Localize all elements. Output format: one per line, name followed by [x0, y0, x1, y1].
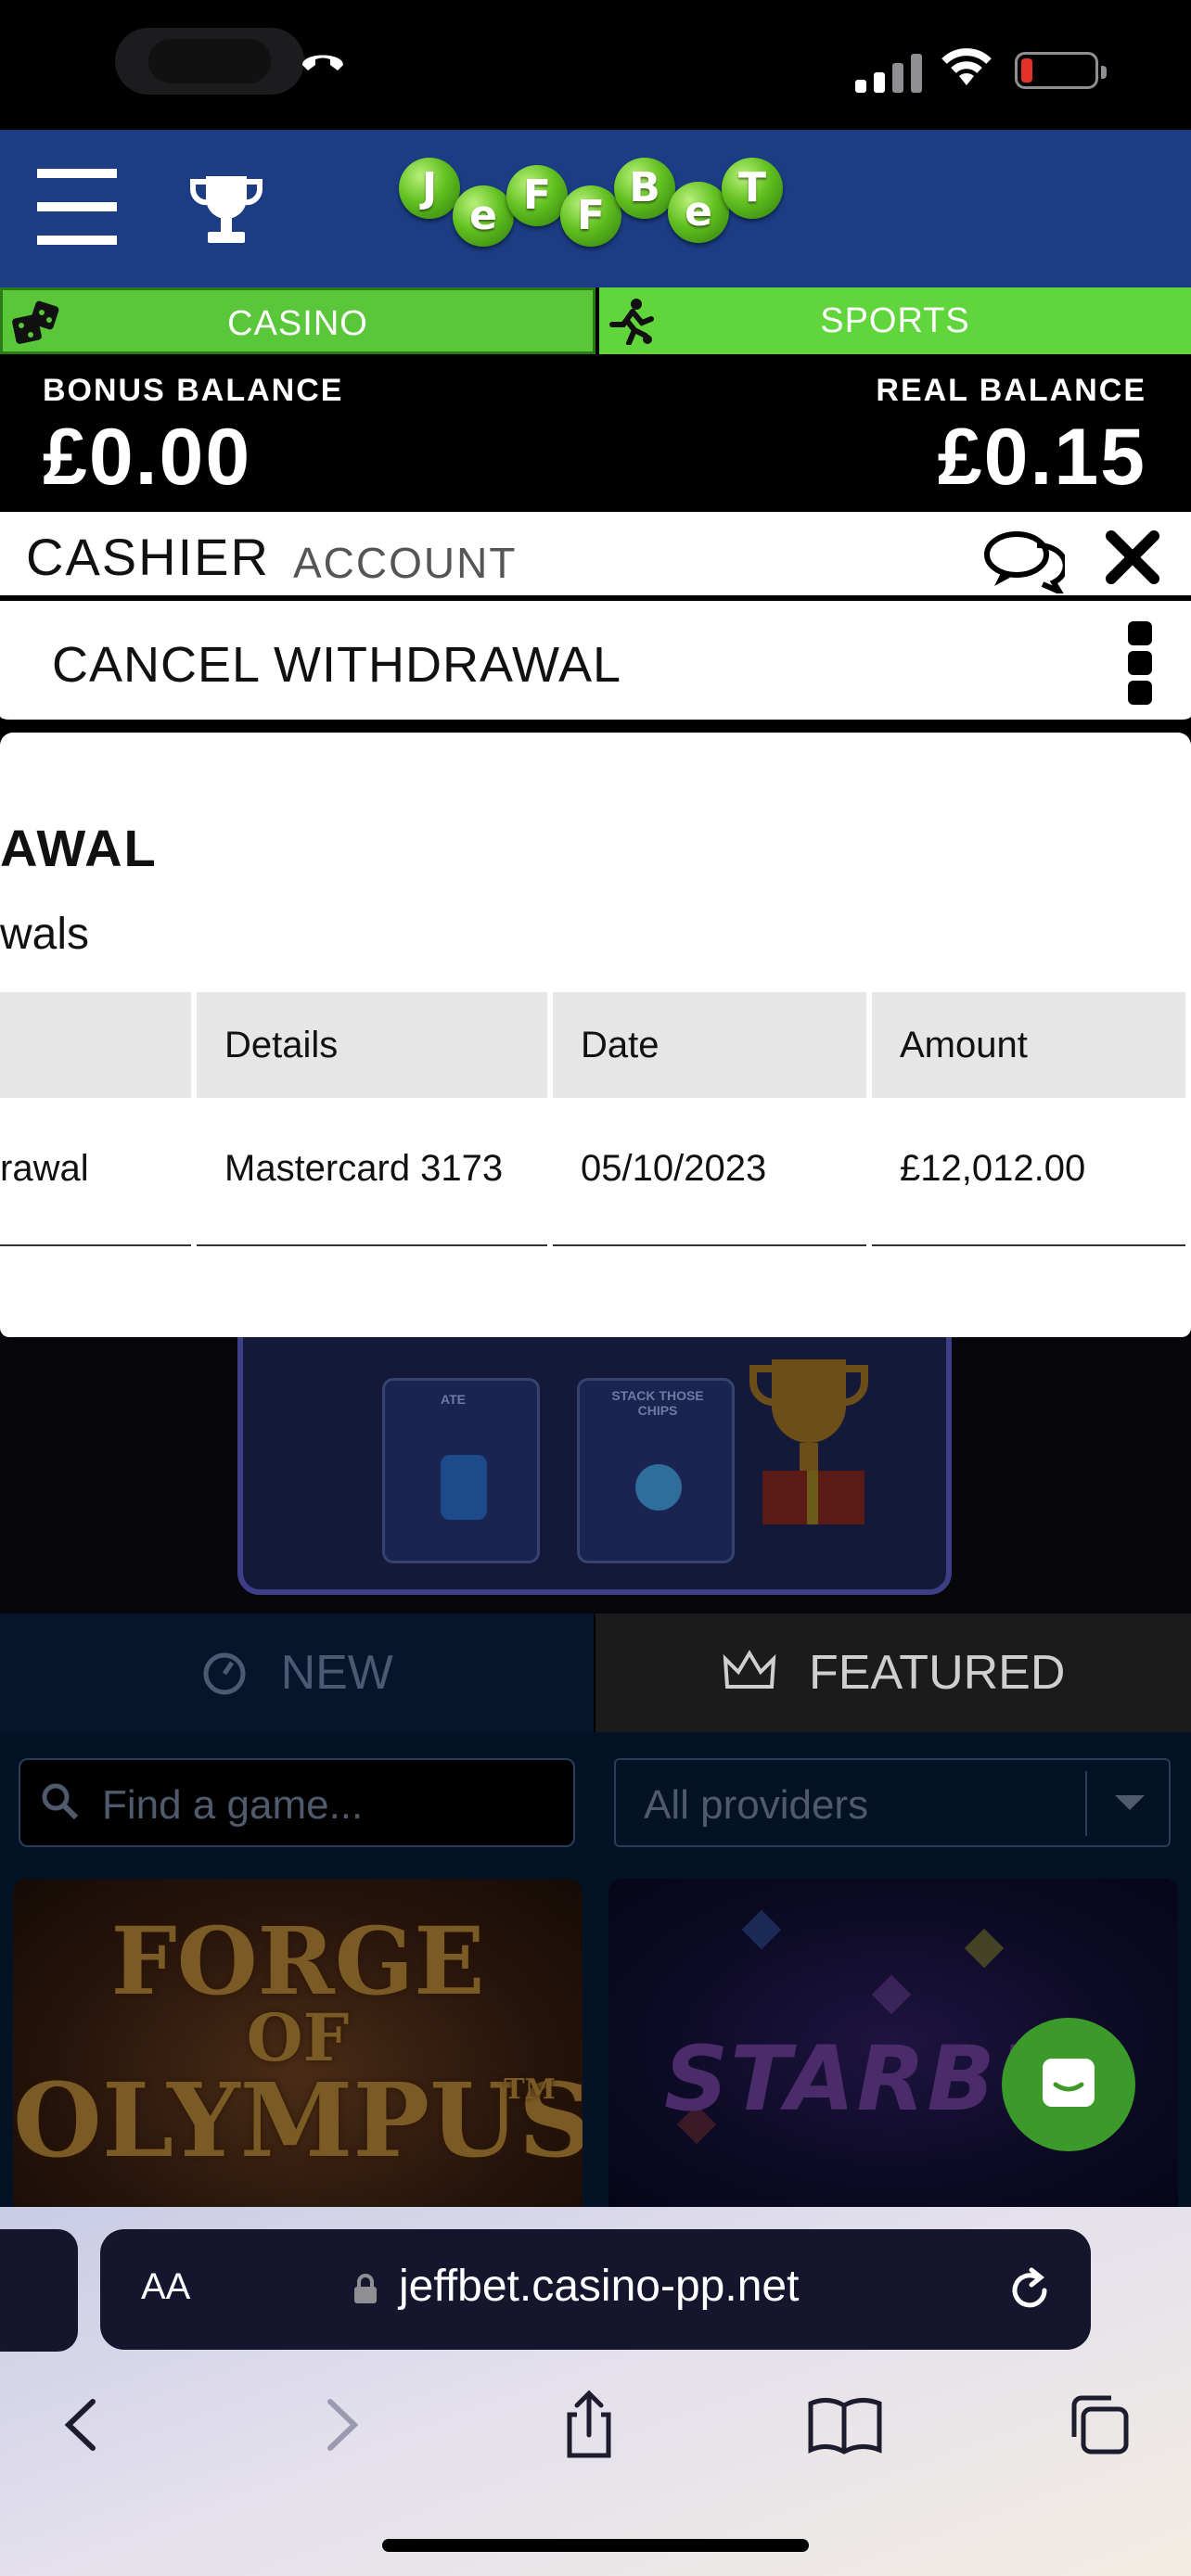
- casino-label: CASINO: [227, 304, 368, 343]
- logo-letter: F: [506, 165, 568, 226]
- home-indicator[interactable]: [382, 2539, 809, 2552]
- support-chat-button[interactable]: [1002, 2018, 1135, 2151]
- trophy-image: [749, 1359, 869, 1524]
- game-search-input[interactable]: Find a game...: [19, 1758, 575, 1847]
- section-subtitle: wals: [0, 910, 90, 959]
- sports-tab[interactable]: SPORTS: [599, 287, 1191, 354]
- bonus-balance-value: £0.00: [43, 413, 252, 502]
- table-header-amount: Amount: [872, 992, 1185, 1098]
- promo-card: STACK THOSE CHIPS: [577, 1378, 735, 1563]
- promo-card: ATE: [382, 1378, 540, 1563]
- crown-icon: [723, 1650, 775, 1689]
- status-bar: [0, 0, 1191, 130]
- providers-select[interactable]: All providers: [614, 1758, 1171, 1847]
- table-cell-details[interactable]: Mastercard 3173: [197, 1102, 547, 1246]
- wifi-icon: [941, 48, 992, 85]
- lock-icon: [354, 2274, 377, 2303]
- mode-switcher: CASINO SPORTS: [0, 287, 1191, 354]
- active-call-pill[interactable]: [115, 28, 343, 95]
- phone-icon: [302, 55, 343, 70]
- tab-featured[interactable]: FEATURED: [596, 1613, 1191, 1732]
- chat-bubble-icon: [1043, 2059, 1095, 2107]
- gem-decoration: [871, 1974, 912, 2015]
- table-header-date: Date: [553, 992, 866, 1098]
- tab-featured-label: FEATURED: [809, 1646, 1066, 1700]
- url-text: jeffbet.casino-pp.net: [399, 2262, 800, 2311]
- logo-letter: F: [560, 185, 621, 247]
- sports-label: SPORTS: [820, 301, 970, 340]
- gem-decoration: [741, 1909, 782, 1950]
- tab-new-label: NEW: [280, 1646, 393, 1700]
- battery-icon: [1015, 52, 1107, 89]
- bonus-balance-label: BONUS BALANCE: [43, 373, 344, 408]
- jeffbet-logo[interactable]: J e F F B e T: [399, 148, 816, 278]
- cashier-panel-header: CASHIER ACCOUNT: [0, 512, 1191, 595]
- real-balance-value: £0.15: [937, 413, 1146, 502]
- promo-card-label: ATE: [441, 1392, 466, 1407]
- table-cell-type[interactable]: rawal: [0, 1102, 191, 1246]
- previous-tab-preview[interactable]: [0, 2229, 78, 2352]
- logo-letter: J: [399, 158, 460, 219]
- chevron-down-icon: [1115, 1795, 1145, 1810]
- dice-icon: [12, 300, 59, 344]
- address-bar[interactable]: AA jeffbet.casino-pp.net: [100, 2229, 1091, 2350]
- trophy-icon[interactable]: [189, 171, 263, 249]
- stopwatch-icon: [203, 1652, 246, 1695]
- forward-icon[interactable]: [299, 2383, 382, 2467]
- page-title: CANCEL WITHDRAWAL: [52, 637, 622, 693]
- balances-bar: BONUS BALANCE £0.00 REAL BALANCE £0.15: [0, 354, 1191, 512]
- more-options-icon[interactable]: [1126, 621, 1154, 705]
- search-icon: [42, 1783, 79, 1820]
- promo-card-label: STACK THOSE CHIPS: [611, 1388, 704, 1418]
- table-cell-amount[interactable]: £12,012.00: [872, 1102, 1185, 1246]
- browser-toolbar: AA jeffbet.casino-pp.net: [0, 2207, 1191, 2576]
- table-cell-date[interactable]: 05/10/2023: [553, 1102, 866, 1246]
- site-header: J e F F B e T: [0, 130, 1191, 287]
- casino-tab[interactable]: CASINO: [0, 287, 596, 354]
- search-placeholder: Find a game...: [102, 1782, 364, 1828]
- logo-letter: e: [668, 182, 729, 243]
- trademark-label: TM: [504, 2073, 556, 2106]
- game-tile[interactable]: FORGE OF OLYMPUS TM: [13, 1879, 583, 2207]
- share-icon[interactable]: [547, 2383, 631, 2467]
- bookmarks-icon[interactable]: [803, 2383, 887, 2467]
- tab-cashier[interactable]: CASHIER: [26, 527, 270, 587]
- logo-letter: T: [722, 158, 783, 219]
- logo-letter: e: [453, 185, 514, 247]
- real-balance-label: REAL BALANCE: [876, 373, 1146, 408]
- chat-icon[interactable]: [981, 529, 1065, 593]
- tabs-icon[interactable]: [1057, 2383, 1141, 2467]
- section-title: AWAL: [0, 819, 158, 877]
- table-header-cell: [0, 992, 191, 1098]
- providers-value: All providers: [644, 1782, 869, 1828]
- gem-decoration: [964, 1928, 1005, 1969]
- runner-icon: [609, 299, 654, 345]
- reload-icon[interactable]: [1004, 2264, 1056, 2316]
- text-size-button[interactable]: AA: [141, 2266, 190, 2308]
- close-icon[interactable]: [1104, 529, 1161, 586]
- tab-account[interactable]: ACCOUNT: [293, 538, 517, 588]
- game-filters: Find a game... All providers: [0, 1732, 1191, 1869]
- tab-new[interactable]: NEW: [0, 1613, 594, 1732]
- back-icon[interactable]: [41, 2383, 124, 2467]
- promo-tablet-image: ATE STACK THOSE CHIPS: [237, 1317, 952, 1595]
- lobby-tabs: NEW FEATURED: [0, 1613, 1191, 1732]
- cashier-subheader: CANCEL WITHDRAWAL: [0, 597, 1191, 725]
- logo-letter: B: [614, 158, 675, 219]
- cancel-withdrawal-content: AWAL wals Details Date Amount rawal Mast…: [0, 733, 1191, 1337]
- menu-icon[interactable]: [37, 169, 117, 245]
- table-header-details: Details: [197, 992, 547, 1098]
